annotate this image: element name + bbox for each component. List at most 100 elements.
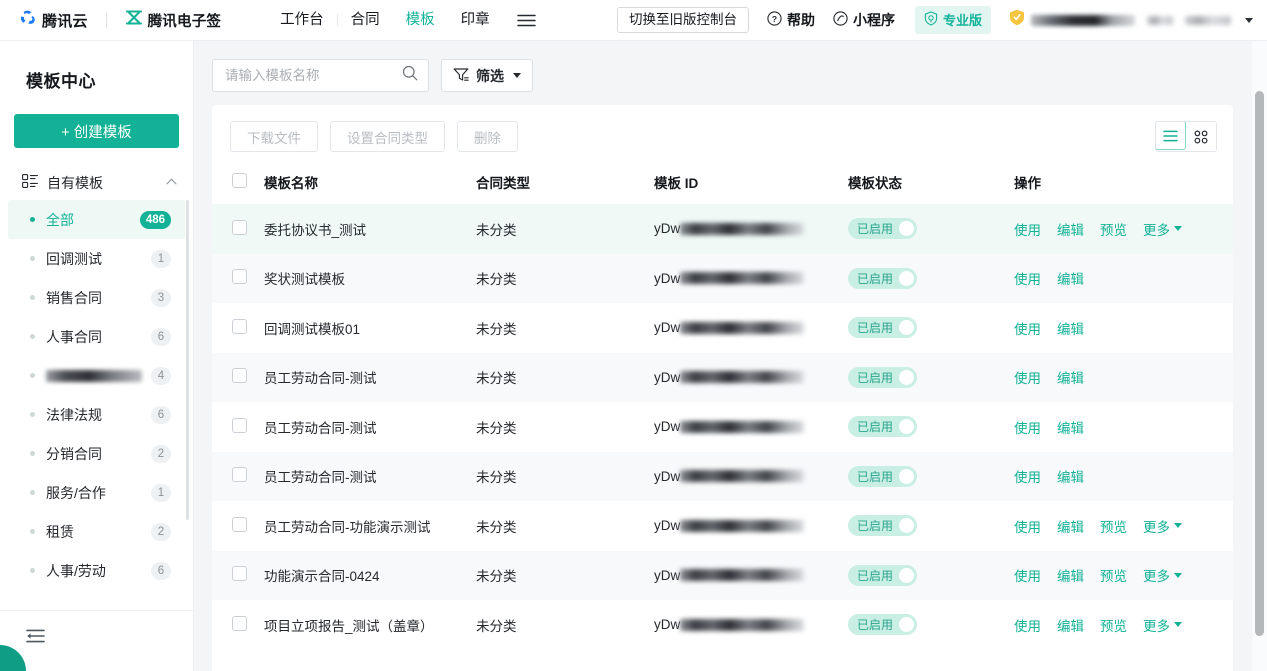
nav-item-contract[interactable]: 合同 [338, 0, 393, 41]
sidebar-item-回调测试[interactable]: 回调测试1 [8, 239, 185, 278]
more-actions-button[interactable]: 更多 [1143, 219, 1182, 239]
preview-link[interactable]: 预览 [1100, 219, 1127, 239]
row-checkbox[interactable] [232, 269, 247, 284]
sidebar-item-人事/劳动[interactable]: 人事/劳动6 [8, 551, 185, 590]
nav-item-workbench[interactable]: 工作台 [267, 0, 337, 41]
preview-link[interactable]: 预览 [1100, 565, 1127, 585]
nav-item-template[interactable]: 模板 [393, 0, 448, 41]
row-checkbox[interactable] [232, 517, 247, 532]
template-id-cell: yDw [654, 600, 848, 650]
sidebar-item-redacted[interactable]: 4 [8, 356, 185, 395]
grid-view-icon[interactable] [1185, 122, 1216, 151]
nav-item-seal[interactable]: 印章 [448, 0, 503, 41]
status-badge[interactable]: 已启用 [848, 565, 917, 586]
filter-button[interactable]: 筛选 [441, 59, 533, 92]
table-row[interactable]: 回调测试模板01未分类yDw已启用使用编辑 [212, 303, 1233, 353]
table-row[interactable]: 员工劳动合同-测试未分类yDw已启用使用编辑 [212, 452, 1233, 502]
use-link[interactable]: 使用 [1014, 466, 1041, 486]
use-link[interactable]: 使用 [1014, 516, 1041, 536]
page-scrollbar-track[interactable] [1252, 41, 1267, 671]
more-actions-button[interactable]: 更多 [1143, 615, 1182, 635]
sidebar-item-label: 服务/合作 [46, 483, 106, 503]
row-checkbox[interactable] [232, 616, 247, 631]
row-checkbox[interactable] [232, 319, 247, 334]
sidebar-item-服务/合作[interactable]: 服务/合作 1 [8, 473, 185, 512]
table-row[interactable]: 员工劳动合同-测试未分类yDw已启用使用编辑 [212, 402, 1233, 452]
edit-link[interactable]: 编辑 [1057, 268, 1084, 288]
preview-link[interactable]: 预览 [1100, 516, 1127, 536]
edit-link[interactable]: 编辑 [1057, 219, 1084, 239]
sidebar-group-own-templates[interactable]: 自有模板 [0, 170, 193, 196]
bulk-download-button[interactable]: 下载文件 [230, 121, 318, 152]
edit-link[interactable]: 编辑 [1057, 466, 1084, 486]
search-icon[interactable] [402, 65, 418, 86]
status-badge[interactable]: 已启用 [848, 268, 917, 289]
edit-link[interactable]: 编辑 [1057, 516, 1084, 536]
template-id-prefix: yDw [654, 419, 680, 434]
use-link[interactable]: 使用 [1014, 219, 1041, 239]
create-template-button[interactable]: + 创建模板 [14, 114, 179, 148]
esign-logo[interactable]: 腾讯电子签 [125, 10, 222, 31]
row-checkbox[interactable] [232, 220, 247, 235]
bulk-set-contract-type-button[interactable]: 设置合同类型 [330, 121, 445, 152]
row-checkbox[interactable] [232, 467, 247, 482]
row-checkbox[interactable] [232, 418, 247, 433]
edit-link[interactable]: 编辑 [1057, 417, 1084, 437]
use-link[interactable]: 使用 [1014, 615, 1041, 635]
list-view-icon[interactable] [1155, 121, 1186, 150]
sidebar-item-租赁[interactable]: 租赁2 [8, 512, 185, 551]
use-link[interactable]: 使用 [1014, 417, 1041, 437]
sidebar-item-count: 1 [151, 484, 171, 502]
preview-link[interactable]: 预览 [1100, 615, 1127, 635]
help-button[interactable]: ? 帮助 [767, 10, 815, 30]
tencent-cloud-logo[interactable]: 腾讯云 [18, 10, 88, 31]
row-checkbox[interactable] [232, 368, 247, 383]
edit-link[interactable]: 编辑 [1057, 615, 1084, 635]
template-center-page: 腾讯云 腾讯电子签 工作台 合同 模板 印章 [0, 0, 1267, 671]
use-link[interactable]: 使用 [1014, 367, 1041, 387]
table-row[interactable]: 员工劳动合同-功能演示测试未分类yDw已启用使用编辑预览更多 [212, 501, 1233, 551]
use-link[interactable]: 使用 [1014, 565, 1041, 585]
sidebar-item-分销合同[interactable]: 分销合同2 [8, 434, 185, 473]
search-box[interactable] [212, 59, 429, 92]
miniprogram-button[interactable]: 小程序 [833, 10, 895, 30]
sidebar-item-人事合同[interactable]: 人事合同6 [8, 317, 185, 356]
sidebar-item-全部[interactable]: 全部486 [8, 200, 185, 239]
use-link[interactable]: 使用 [1014, 318, 1041, 338]
contract-type-cell: 未分类 [476, 353, 654, 403]
sidebar-scrollbar[interactable] [186, 200, 189, 520]
edit-link[interactable]: 编辑 [1057, 367, 1084, 387]
more-actions-button[interactable]: 更多 [1143, 565, 1182, 585]
pro-version-badge[interactable]: 专业版 [915, 6, 991, 34]
select-all-checkbox[interactable] [232, 173, 247, 188]
user-account-menu[interactable] [1009, 9, 1253, 31]
sidebar-item-法律法规[interactable]: 法律法规6 [8, 395, 185, 434]
table-row[interactable]: 委托协议书_测试未分类yDw已启用使用编辑预览更多 [212, 204, 1233, 254]
edit-link[interactable]: 编辑 [1057, 318, 1084, 338]
status-badge[interactable]: 已启用 [848, 614, 917, 635]
bulk-delete-button[interactable]: 删除 [457, 121, 518, 152]
page-scrollbar-thumb[interactable] [1255, 91, 1264, 636]
status-badge[interactable]: 已启用 [848, 466, 917, 487]
switch-to-legacy-console-button[interactable]: 切换至旧版控制台 [617, 7, 749, 34]
search-input[interactable] [225, 68, 402, 83]
hamburger-icon[interactable] [503, 14, 550, 27]
edit-link[interactable]: 编辑 [1057, 565, 1084, 585]
status-badge[interactable]: 已启用 [848, 367, 917, 388]
chevron-up-icon[interactable] [166, 178, 177, 188]
table-row[interactable]: 项目立项报告_测试（盖章）未分类yDw已启用使用编辑预览更多 [212, 600, 1233, 650]
row-checkbox[interactable] [232, 566, 247, 581]
sidebar-item-销售合同[interactable]: 销售合同3 [8, 278, 185, 317]
status-badge[interactable]: 已启用 [848, 218, 917, 239]
table-row[interactable]: 员工劳动合同-测试未分类yDw已启用使用编辑 [212, 353, 1233, 403]
status-badge[interactable]: 已启用 [848, 317, 917, 338]
use-link[interactable]: 使用 [1014, 268, 1041, 288]
table-row[interactable]: 奖状测试模板未分类yDw已启用使用编辑 [212, 254, 1233, 304]
row-actions: 使用编辑预览更多 [1014, 565, 1233, 585]
help-label: 帮助 [787, 10, 815, 30]
table-row[interactable]: 功能演示合同-0424未分类yDw已启用使用编辑预览更多 [212, 551, 1233, 601]
status-badge[interactable]: 已启用 [848, 515, 917, 536]
more-actions-button[interactable]: 更多 [1143, 516, 1182, 536]
collapse-sidebar-icon[interactable] [26, 629, 194, 648]
status-badge[interactable]: 已启用 [848, 416, 917, 437]
